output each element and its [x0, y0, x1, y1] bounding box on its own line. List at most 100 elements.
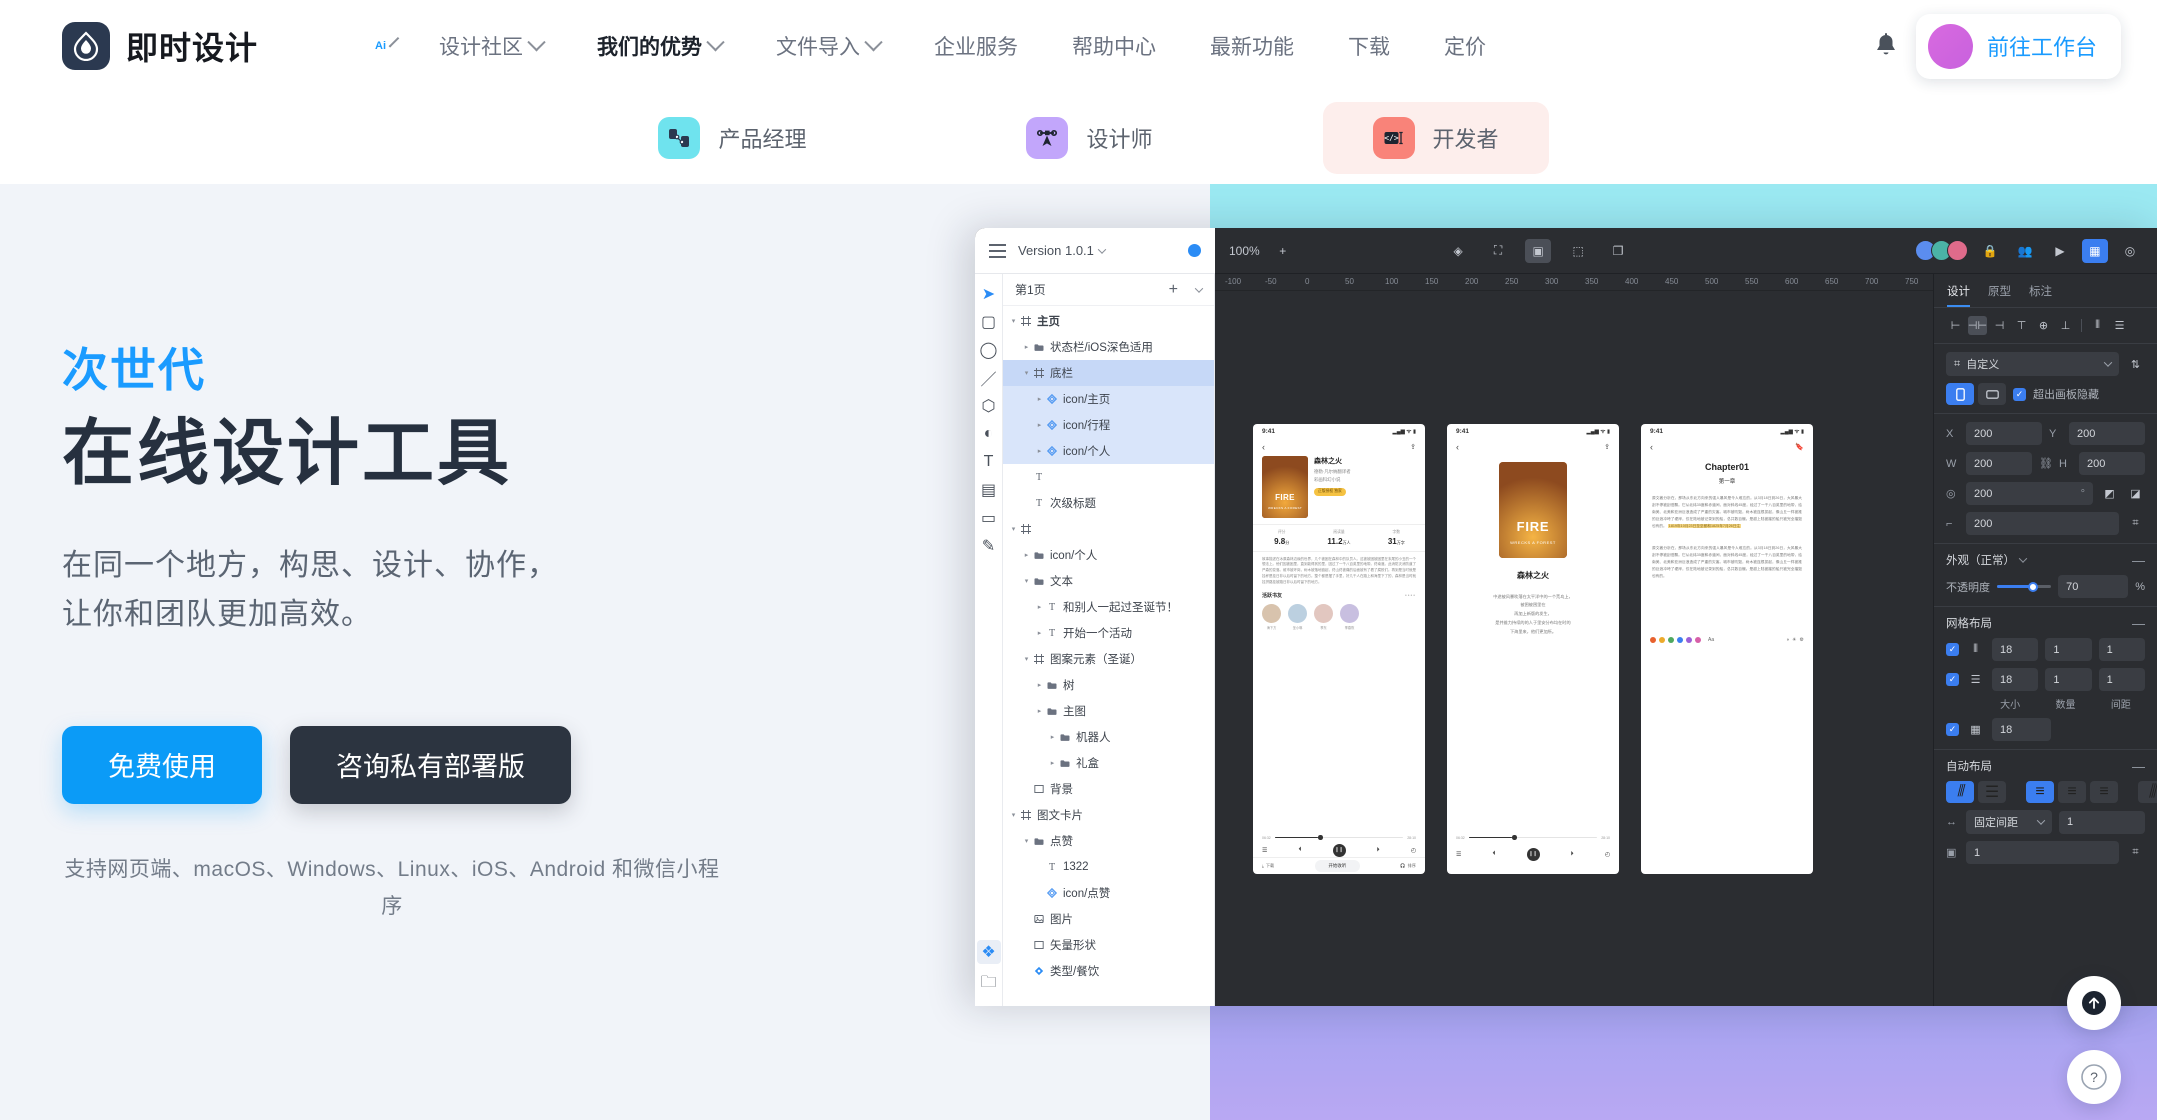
file-version[interactable]: Version 1.0.1: [1018, 243, 1107, 258]
player-controls[interactable]: ☰ ⏴ ❙❙ ⏵ ◴: [1447, 847, 1619, 861]
page-selector[interactable]: 第1页: [1015, 281, 1046, 298]
line-icon[interactable]: ／: [977, 366, 1001, 390]
clip-checkbox[interactable]: ✓: [2013, 387, 2026, 401]
lock-icon[interactable]: 🔒: [1977, 239, 2003, 263]
collapse-icon[interactable]: —: [2132, 759, 2145, 774]
landscape-icon[interactable]: [1978, 383, 2006, 405]
layer-row[interactable]: ▸icon/点赞: [1003, 880, 1214, 906]
grid-square-size-input[interactable]: 18: [1992, 718, 2052, 741]
rewind-icon[interactable]: ⏴: [1298, 847, 1301, 854]
forward-icon[interactable]: ⏵: [1377, 847, 1380, 854]
w-input[interactable]: 200: [1966, 452, 2032, 475]
reader-toolbar[interactable]: Aa ◑ ☀ ⚙: [1650, 636, 1804, 643]
layer-row[interactable]: ▸矢量形状: [1003, 932, 1214, 958]
cursor-icon[interactable]: ➤: [977, 282, 1001, 306]
disclosure-triangle[interactable]: ▾: [1022, 655, 1031, 663]
author-item[interactable]: 海下方: [1262, 604, 1281, 630]
share-icon[interactable]: ⇪: [1604, 443, 1610, 451]
picture-icon[interactable]: ▤: [977, 478, 1001, 502]
workbench-button[interactable]: 前往工作台: [1915, 13, 2121, 79]
layer-row[interactable]: ▾ 图文卡片: [1003, 802, 1214, 828]
disclosure-triangle[interactable]: ▾: [1022, 369, 1031, 377]
collapse-icon[interactable]: —: [2132, 616, 2145, 631]
layer-row[interactable]: ▸ T 和别人一起过圣诞节！: [1003, 594, 1214, 620]
frame-book-detail[interactable]: 9:41 ▂▄▆ ᯤ ▮ ‹ ⇪ FIRE WRECKS A FOREST 森林…: [1253, 423, 1425, 874]
align-center-h-icon[interactable]: ⊣⊢: [1968, 316, 1987, 335]
padding-input[interactable]: 1: [1966, 841, 2119, 864]
horizontal-icon[interactable]: ⦀: [1946, 781, 1974, 803]
layer-row[interactable]: ▸T次级标题: [1003, 490, 1214, 516]
chevron-down-icon[interactable]: [1194, 283, 1204, 293]
bell-icon[interactable]: [1864, 24, 1908, 68]
rect-icon[interactable]: ▢: [977, 310, 1001, 334]
portrait-icon[interactable]: [1946, 383, 1974, 405]
align-top-icon[interactable]: ⊤: [2012, 316, 2031, 335]
bookmark-icon[interactable]: 🔖: [1795, 443, 1804, 451]
grid-square-checkbox[interactable]: ✓: [1946, 723, 1959, 736]
font-size-icon[interactable]: Aa: [1708, 637, 1714, 643]
disclosure-triangle[interactable]: ▸: [1035, 421, 1044, 429]
listen-button[interactable]: 开始收听: [1314, 859, 1361, 872]
layer-row[interactable]: ▾ 点赞: [1003, 828, 1214, 854]
list-icon[interactable]: ☰: [1456, 851, 1461, 858]
tab-inspect[interactable]: 标注: [2029, 283, 2052, 307]
collaborator-avatars[interactable]: [1914, 240, 1968, 261]
disclosure-triangle[interactable]: ▾: [1009, 525, 1018, 533]
rewind-icon[interactable]: ⏴: [1492, 851, 1495, 858]
layer-row[interactable]: ▸ icon/主页: [1003, 386, 1214, 412]
nav-item-import[interactable]: 文件导入: [749, 31, 907, 61]
player-controls[interactable]: ☰ ⏴ ❙❙ ⏵ ◴: [1253, 843, 1425, 857]
layer-row[interactable]: ▸ icon/行程: [1003, 412, 1214, 438]
play-icon[interactable]: ▶: [2047, 239, 2073, 263]
share-icon[interactable]: ⇪: [1410, 443, 1416, 451]
author-item[interactable]: 季春陈: [1340, 604, 1359, 630]
flip-horizontal-icon[interactable]: ◩: [2100, 484, 2119, 503]
layers-stack-icon[interactable]: ❐: [1605, 239, 1631, 263]
layer-row[interactable]: ▸T: [1003, 464, 1214, 490]
sun-icon[interactable]: ☀: [1792, 637, 1796, 643]
align-center-icon[interactable]: ≡: [2058, 781, 2086, 803]
disclosure-triangle[interactable]: ▸: [1048, 759, 1057, 767]
layers-panel-icon[interactable]: ❖: [976, 940, 1001, 964]
forward-icon[interactable]: ⏵: [1571, 851, 1574, 858]
author-item[interactable]: 季东: [1314, 604, 1333, 630]
nav-item-ai[interactable]: Ai: [358, 36, 412, 56]
layer-row[interactable]: ▸类型/餐饮: [1003, 958, 1214, 984]
y-input[interactable]: 200: [2069, 422, 2145, 445]
layer-row[interactable]: ▸ 状态栏/iOS深色适用: [1003, 334, 1214, 360]
disclosure-triangle[interactable]: ▸: [1035, 681, 1044, 689]
polygon-icon[interactable]: ⬡: [977, 394, 1001, 418]
grid-square-icon[interactable]: ▦: [1966, 720, 1985, 739]
share-icon[interactable]: 👥: [2012, 239, 2038, 263]
columns-icon[interactable]: ⦀: [1966, 640, 1985, 659]
tab-product-manager[interactable]: 产品经理: [608, 102, 856, 174]
nav-item-enterprise[interactable]: 企业服务: [907, 31, 1045, 61]
text-icon[interactable]: T: [977, 450, 1001, 474]
list-icon[interactable]: ☰: [1262, 847, 1267, 854]
timer-icon[interactable]: ◴: [1411, 847, 1416, 854]
align-left-icon[interactable]: ⊢: [1946, 316, 1965, 335]
disclosure-triangle[interactable]: ▾: [1022, 837, 1031, 845]
more-icon[interactable]: ••••: [1405, 593, 1416, 599]
disclosure-triangle[interactable]: ▾: [1009, 811, 1018, 819]
rows-size-input[interactable]: 18: [1992, 668, 2039, 691]
layer-row[interactable]: ▸ 机器人: [1003, 724, 1214, 750]
layer-row[interactable]: ▾ 图案元素（圣诞）: [1003, 646, 1214, 672]
tab-prototype[interactable]: 原型: [1988, 283, 2011, 307]
columns-checkbox[interactable]: ✓: [1946, 643, 1959, 656]
layer-row[interactable]: ▸ 树: [1003, 672, 1214, 698]
nav-item-community[interactable]: 设计社区: [412, 31, 570, 61]
disclosure-triangle[interactable]: ▾: [1022, 577, 1031, 585]
layer-row[interactable]: ▸ 礼盒: [1003, 750, 1214, 776]
align-start-icon[interactable]: ≡: [2026, 781, 2054, 803]
nav-item-pricing[interactable]: 定价: [1417, 31, 1513, 61]
layer-row[interactable]: ▸ icon/个人: [1003, 542, 1214, 568]
layer-row[interactable]: ▾ 底栏: [1003, 360, 1214, 386]
justify-start-icon[interactable]: ⫼: [2138, 781, 2157, 803]
grid-icon[interactable]: ▦: [2081, 238, 2108, 263]
collapse-icon[interactable]: —: [2132, 553, 2145, 568]
disclosure-triangle[interactable]: ▸: [1035, 707, 1044, 715]
align-end-icon[interactable]: ≡: [2090, 781, 2118, 803]
download-button[interactable]: ⤓ 下载: [1262, 863, 1274, 869]
plus-icon[interactable]: +: [1169, 281, 1178, 298]
